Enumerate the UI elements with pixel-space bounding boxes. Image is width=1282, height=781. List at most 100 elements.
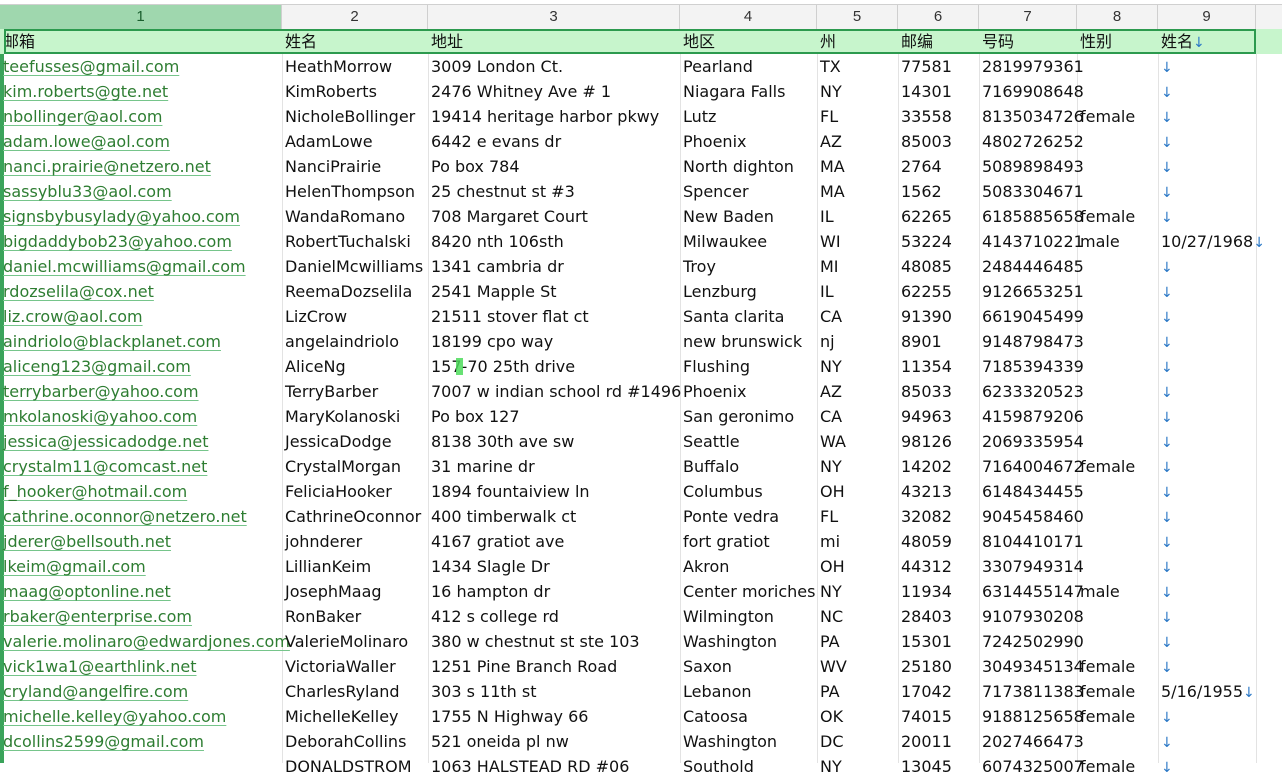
filter-arrow-icon[interactable]: ↓ bbox=[1161, 535, 1173, 551]
cell[interactable]: 8138 30th ave sw bbox=[428, 429, 680, 454]
cell[interactable]: 地址 bbox=[428, 29, 680, 54]
cell[interactable]: WV bbox=[817, 654, 898, 679]
column-header-2[interactable]: 2 bbox=[282, 5, 428, 29]
cell[interactable]: female bbox=[1077, 654, 1158, 679]
filter-arrow-icon[interactable]: ↓ bbox=[1161, 360, 1173, 376]
cell[interactable]: 18199 cpo way bbox=[428, 329, 680, 354]
cell[interactable] bbox=[1077, 54, 1158, 79]
cell[interactable]: jessica@jessicadodge.net bbox=[0, 429, 282, 454]
cell[interactable]: Ponte vedra bbox=[680, 504, 817, 529]
cell[interactable]: MaryKolanoski bbox=[282, 404, 428, 429]
cell[interactable]: ↓ bbox=[1158, 254, 1256, 279]
cell[interactable]: CA bbox=[817, 404, 898, 429]
cell[interactable]: AdamLowe bbox=[282, 129, 428, 154]
cell[interactable]: 11934 bbox=[898, 579, 979, 604]
cell[interactable]: NY bbox=[817, 79, 898, 104]
cell[interactable]: 6314455147 bbox=[979, 579, 1084, 604]
column-header-3[interactable]: 3 bbox=[428, 5, 680, 29]
cell[interactable]: ↓ bbox=[1158, 754, 1256, 779]
cell[interactable]: 17042 bbox=[898, 679, 979, 704]
cell[interactable]: 3049345134 bbox=[979, 654, 1084, 679]
cell[interactable]: Lenzburg bbox=[680, 279, 817, 304]
cell[interactable]: ↓ bbox=[1158, 429, 1256, 454]
cell[interactable]: 姓名↓ bbox=[1158, 29, 1256, 54]
cell[interactable]: ↓ bbox=[1158, 479, 1256, 504]
cell[interactable]: New Baden bbox=[680, 204, 817, 229]
cell[interactable]: dcollins2599@gmail.com bbox=[0, 729, 282, 754]
cell[interactable]: 6619045499 bbox=[979, 304, 1084, 329]
cell[interactable]: Santa clarita bbox=[680, 304, 817, 329]
cell[interactable]: female bbox=[1077, 679, 1158, 704]
cell[interactable]: 14202 bbox=[898, 454, 979, 479]
cell[interactable]: Niagara Falls bbox=[680, 79, 817, 104]
filter-arrow-icon[interactable]: ↓ bbox=[1161, 310, 1173, 326]
cell[interactable]: ↓ bbox=[1158, 304, 1256, 329]
cell[interactable]: 85003 bbox=[898, 129, 979, 154]
cell[interactable]: 1894 fountaiview ln bbox=[428, 479, 680, 504]
filter-arrow-icon[interactable]: ↓ bbox=[1243, 685, 1255, 701]
cell[interactable]: ↓ bbox=[1158, 579, 1256, 604]
cell[interactable]: 98126 bbox=[898, 429, 979, 454]
column-header-5[interactable]: 5 bbox=[817, 5, 898, 29]
cell[interactable]: 2027466473 bbox=[979, 729, 1084, 754]
cell[interactable]: Southold bbox=[680, 754, 817, 779]
cell[interactable]: ↓ bbox=[1158, 154, 1256, 179]
cell[interactable]: VictoriaWaller bbox=[282, 654, 428, 679]
cell[interactable]: Lutz bbox=[680, 104, 817, 129]
cell[interactable]: PA bbox=[817, 629, 898, 654]
cell[interactable]: f_hooker@hotmail.com bbox=[0, 479, 282, 504]
cell[interactable] bbox=[1077, 604, 1158, 629]
cell[interactable]: daniel.mcwilliams@gmail.com bbox=[0, 254, 282, 279]
cell[interactable]: 5083304671 bbox=[979, 179, 1084, 204]
cell[interactable]: Po box 127 bbox=[428, 404, 680, 429]
filter-arrow-icon[interactable]: ↓ bbox=[1161, 735, 1173, 751]
cell[interactable]: aliceng123@gmail.com bbox=[0, 354, 282, 379]
cell[interactable]: male bbox=[1077, 579, 1158, 604]
cell[interactable]: Center moriches bbox=[680, 579, 817, 604]
cell[interactable]: NY bbox=[817, 579, 898, 604]
cell[interactable]: IL bbox=[817, 279, 898, 304]
cell[interactable]: 7242502990 bbox=[979, 629, 1084, 654]
column-header-1[interactable]: 1 bbox=[0, 5, 282, 29]
cell[interactable]: 708 Margaret Court bbox=[428, 204, 680, 229]
cell[interactable]: ↓ bbox=[1158, 79, 1256, 104]
cell[interactable]: ↓ bbox=[1158, 204, 1256, 229]
cell[interactable]: ↓ bbox=[1158, 629, 1256, 654]
filter-arrow-icon[interactable]: ↓ bbox=[1161, 135, 1173, 151]
cell[interactable]: 412 s college rd bbox=[428, 604, 680, 629]
cell[interactable]: ↓ bbox=[1158, 404, 1256, 429]
cell[interactable]: ↓ bbox=[1158, 379, 1256, 404]
cell[interactable]: valerie.molinaro@edwardjones.com bbox=[0, 629, 290, 654]
filter-arrow-icon[interactable]: ↓ bbox=[1161, 110, 1173, 126]
cell[interactable]: FL bbox=[817, 504, 898, 529]
cell[interactable]: 8135034726 bbox=[979, 104, 1084, 129]
filter-arrow-icon[interactable]: ↓ bbox=[1161, 260, 1173, 276]
cell[interactable] bbox=[1077, 279, 1158, 304]
cell[interactable]: 4802726252 bbox=[979, 129, 1084, 154]
cell[interactable] bbox=[1077, 629, 1158, 654]
cell[interactable]: female bbox=[1077, 454, 1158, 479]
cell[interactable]: HelenThompson bbox=[282, 179, 428, 204]
cell[interactable]: 6185885658 bbox=[979, 204, 1084, 229]
cell[interactable]: AliceNg bbox=[282, 354, 428, 379]
cell[interactable]: JessicaDodge bbox=[282, 429, 428, 454]
cell[interactable]: 43213 bbox=[898, 479, 979, 504]
column-header-6[interactable]: 6 bbox=[898, 5, 979, 29]
cell[interactable]: 7007 w indian school rd #1496 bbox=[428, 379, 681, 404]
cell[interactable]: DONALDSTROM bbox=[282, 754, 428, 779]
cell[interactable]: 28403 bbox=[898, 604, 979, 629]
cell[interactable]: DeborahCollins bbox=[282, 729, 428, 754]
cell[interactable]: liz.crow@aol.com bbox=[0, 304, 282, 329]
cell[interactable]: MA bbox=[817, 154, 898, 179]
cell[interactable]: ReemaDozselila bbox=[282, 279, 428, 304]
cell[interactable]: 2541 Mapple St bbox=[428, 279, 680, 304]
cell[interactable]: 2819979361 bbox=[979, 54, 1084, 79]
filter-arrow-icon[interactable]: ↓ bbox=[1161, 485, 1173, 501]
cell[interactable]: 32082 bbox=[898, 504, 979, 529]
cell[interactable]: 9107930208 bbox=[979, 604, 1084, 629]
cell[interactable]: 9148798473 bbox=[979, 329, 1084, 354]
cell[interactable] bbox=[1077, 354, 1158, 379]
cell[interactable]: TX bbox=[817, 54, 898, 79]
cell[interactable]: ↓ bbox=[1158, 504, 1256, 529]
cell[interactable]: terrybarber@yahoo.com bbox=[0, 379, 282, 404]
